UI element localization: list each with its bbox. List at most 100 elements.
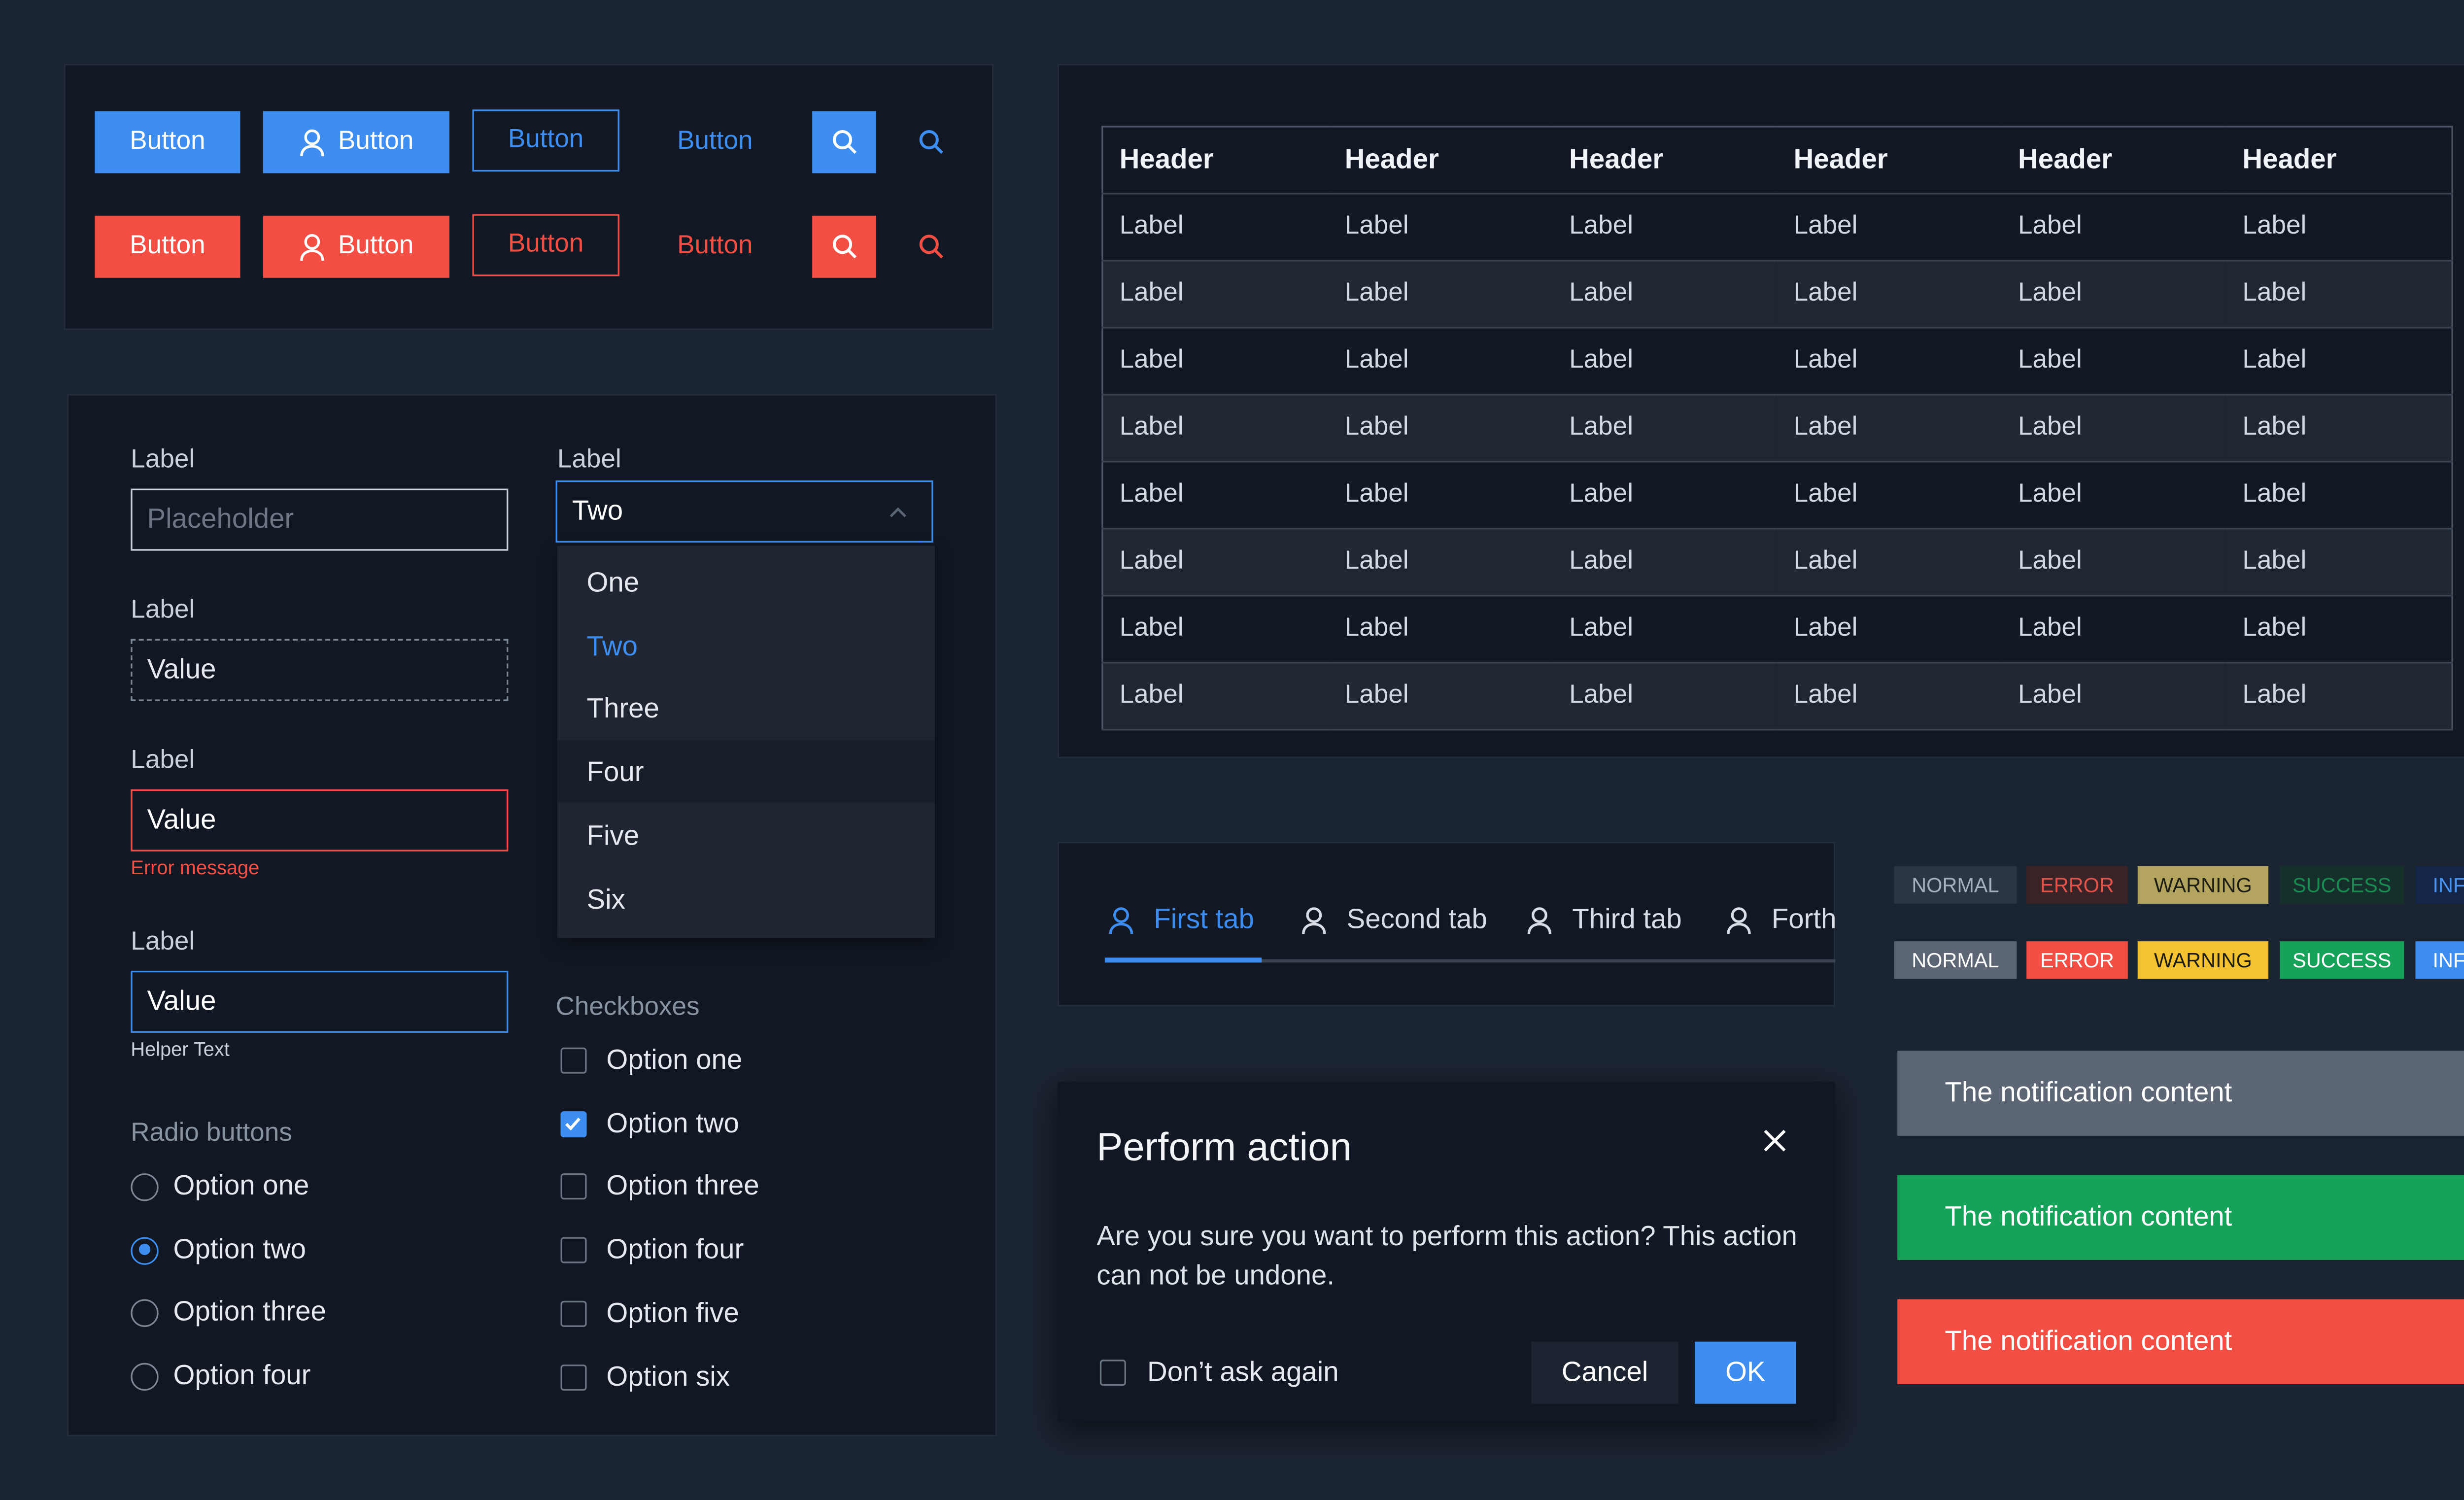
tag-warning-solid: WARNING	[2137, 941, 2269, 979]
user-icon	[1727, 906, 1751, 933]
dialog-title: Perform action	[1096, 1125, 1352, 1170]
tag-info-subtle: INFO	[2415, 866, 2464, 904]
table-cell: Label	[1553, 394, 1778, 463]
user-icon	[300, 233, 324, 260]
cancel-button[interactable]: Cancel	[1531, 1341, 1678, 1404]
search-icon	[832, 235, 856, 259]
table-cell: Label	[1553, 327, 1778, 396]
table-row: Label Label Label Label Label Label	[1102, 260, 2453, 329]
dropdown-option[interactable]: Two	[587, 630, 638, 663]
table-cell: Label	[1102, 461, 1329, 530]
table-header-cell: Header	[1328, 127, 1553, 195]
dropdown-option[interactable]: Three	[587, 693, 659, 726]
danger-ghost-button[interactable]: Button	[642, 216, 787, 278]
primary-icon-button[interactable]: Button	[263, 111, 449, 173]
dialog-body: Are you sure you want to perform this ac…	[1096, 1221, 1797, 1291]
table-row: Label Label Label Label Label Label	[1102, 394, 2453, 463]
table-cell: Label	[1328, 394, 1553, 463]
tab-3[interactable]: Third tab	[1526, 904, 1682, 936]
error-field[interactable]: Value	[131, 789, 509, 852]
primary-button[interactable]: Button	[95, 111, 240, 173]
table-header-cell: Header	[1553, 127, 1778, 195]
search-icon	[832, 130, 856, 154]
table-cell: Label	[1777, 327, 2002, 396]
danger-search-ghost-button[interactable]	[899, 216, 962, 278]
tab-1[interactable]: First tab	[1108, 904, 1254, 936]
user-icon	[1109, 906, 1133, 933]
radio-button[interactable]	[131, 1363, 159, 1391]
tab-4[interactable]: Forth	[1726, 904, 1835, 936]
checkbox-group-title: Checkboxes	[555, 993, 700, 1022]
notification-text: The notification content	[1945, 1201, 2232, 1232]
select-field[interactable]: Two	[555, 480, 933, 543]
checkbox[interactable]	[560, 1111, 587, 1137]
checkbox[interactable]	[560, 1174, 587, 1200]
search-ghost-button[interactable]	[899, 111, 962, 173]
dropdown-option[interactable]: Six	[587, 883, 625, 916]
table-cell: Label	[2226, 327, 2453, 396]
table-cell: Label	[1102, 528, 1329, 597]
tag-success-solid: SUCCESS	[2280, 941, 2404, 979]
dont-ask-checkbox[interactable]	[1099, 1360, 1126, 1386]
table-row: Label Label Label Label Label Label	[1102, 461, 2453, 530]
table-cell: Label	[1553, 595, 1778, 664]
table-cell: Label	[1777, 461, 2002, 530]
button-label: Button	[338, 232, 414, 260]
checkbox[interactable]	[560, 1300, 587, 1327]
outline-button[interactable]: Button	[472, 109, 619, 172]
table-header-row: Header Header Header Header Header Header	[1102, 127, 2453, 195]
table-cell: Label	[2226, 260, 2453, 329]
table-cell: Label	[1328, 327, 1553, 396]
checkbox-label: Option one	[606, 1044, 743, 1076]
table-cell: Label	[1328, 528, 1553, 597]
danger-search-button[interactable]	[812, 215, 876, 278]
tab-label: First tab	[1154, 903, 1254, 935]
user-icon	[1527, 906, 1552, 933]
tag-info-solid: INFO	[2415, 941, 2464, 979]
danger-outline-button[interactable]: Button	[472, 214, 619, 276]
table-cell: Label	[1777, 394, 2002, 463]
notification-text: The notification content	[1945, 1077, 2232, 1108]
ok-button[interactable]: OK	[1695, 1341, 1796, 1404]
dropdown-option[interactable]: Five	[587, 820, 640, 852]
checkbox[interactable]	[560, 1364, 587, 1390]
table-header-cell: Header	[2001, 127, 2226, 195]
table-row: Label Label Label Label Label Label	[1102, 595, 2453, 664]
table-cell: Label	[1328, 193, 1553, 262]
dropdown-option[interactable]: One	[587, 567, 640, 600]
radio-label: Option two	[173, 1233, 307, 1264]
table-cell: Label	[1553, 528, 1778, 597]
readonly-field-label: Label	[131, 596, 195, 624]
table-cell: Label	[1777, 595, 2002, 664]
danger-icon-button[interactable]: Button	[263, 215, 449, 278]
focus-field[interactable]: Value	[131, 970, 509, 1033]
dropdown-option[interactable]: Four	[587, 757, 644, 789]
buttons-panel	[64, 64, 994, 330]
checkbox-label: Option two	[606, 1107, 739, 1139]
ghost-button[interactable]: Button	[642, 111, 787, 173]
radio-dot	[138, 1244, 150, 1256]
tab-label: Second tab	[1346, 903, 1487, 935]
danger-button[interactable]: Button	[95, 215, 240, 278]
search-button[interactable]	[812, 111, 876, 173]
tab-2[interactable]: Second tab	[1301, 904, 1487, 936]
tabs-clip: First tab Second tab Third tab Forth	[1059, 883, 1835, 948]
table-cell: Label	[1102, 193, 1329, 262]
checkbox-label: Option six	[606, 1360, 730, 1392]
radio-button[interactable]	[131, 1173, 159, 1201]
notification: The notification content	[1897, 1051, 2464, 1136]
radio-button[interactable]	[131, 1236, 159, 1264]
table-row: Label Label Label Label Label Label	[1102, 528, 2453, 597]
table-cell: Label	[2001, 193, 2226, 262]
notification: The notification content	[1897, 1299, 2464, 1384]
text-field[interactable]: Placeholder	[131, 488, 509, 551]
close-button[interactable]	[1758, 1125, 1794, 1160]
search-icon	[919, 235, 943, 259]
table-row: Label Label Label Label Label Label	[1102, 327, 2453, 396]
checkbox[interactable]	[560, 1237, 587, 1263]
table-cell: Label	[1102, 260, 1329, 329]
table-cell: Label	[1553, 662, 1778, 731]
table-row: Label Label Label Label Label Label	[1102, 193, 2453, 262]
table-cell: Label	[2001, 528, 2226, 597]
checkbox[interactable]	[560, 1047, 587, 1074]
